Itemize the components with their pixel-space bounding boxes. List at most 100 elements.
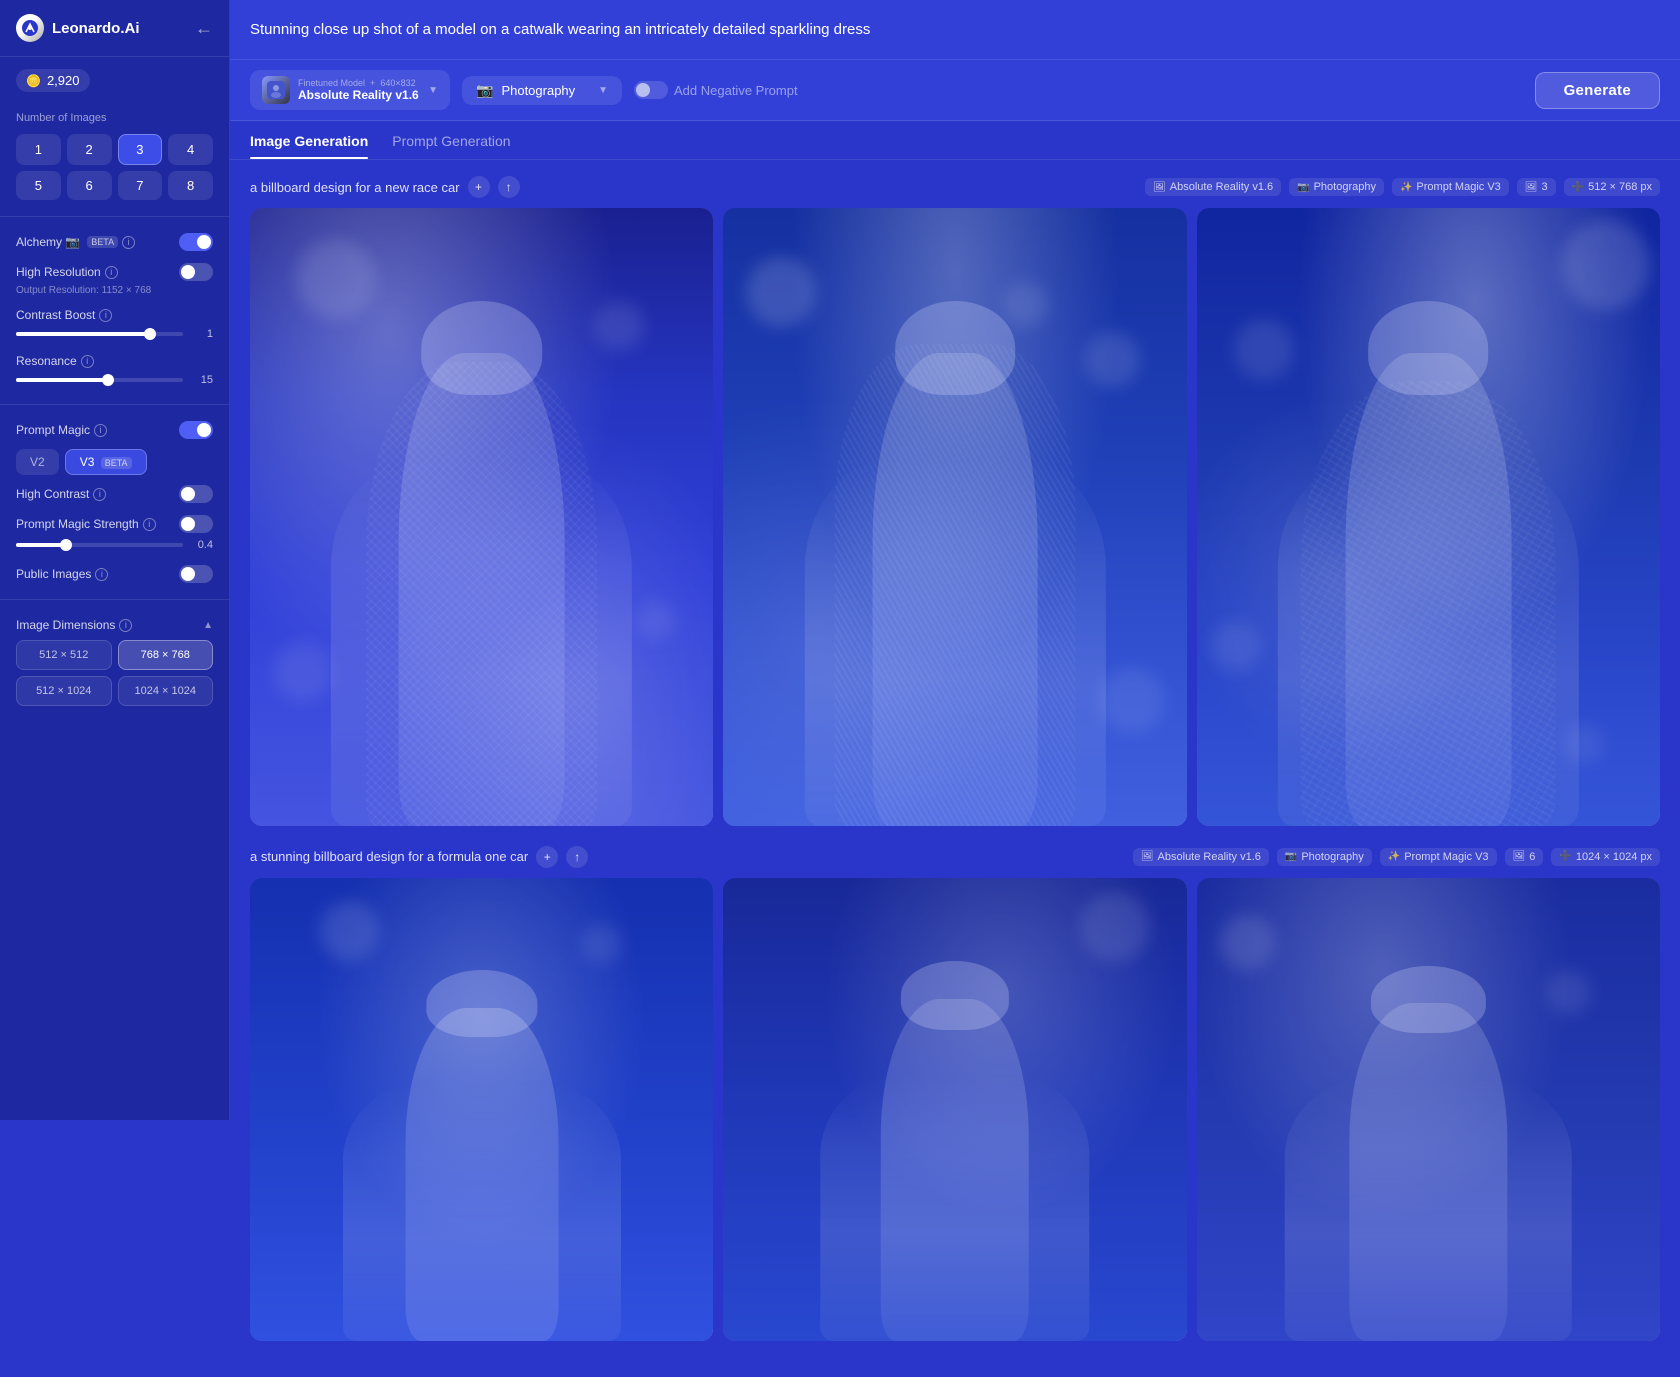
main-area: Finetuned Model + 640×832 Absolute Reali… (230, 0, 1680, 1377)
negative-prompt-area[interactable]: Add Negative Prompt (634, 81, 1523, 99)
tab-prompt-generation[interactable]: Prompt Generation (392, 133, 510, 159)
image-card-2-2[interactable] (723, 878, 1186, 1341)
resolution-sub: Output Resolution: 1152 × 768 (16, 285, 213, 296)
style-selector[interactable]: 📷 Photography ▼ (462, 76, 622, 105)
high-resolution-toggle[interactable] (179, 263, 213, 281)
dim-768-768[interactable]: 768 × 768 (118, 640, 214, 670)
model-dropdown-arrow: ▼ (428, 85, 438, 96)
pm-strength-track[interactable] (16, 543, 183, 547)
alchemy-info[interactable]: i (122, 236, 135, 249)
image-card-1-3[interactable] (1197, 208, 1660, 826)
pm-strength-toggle[interactable] (179, 515, 213, 533)
contrast-thumb[interactable] (144, 328, 156, 340)
style-icon: 📷 (476, 82, 493, 99)
pm-info[interactable]: i (94, 424, 107, 437)
gen-row-1-header: a billboard design for a new race car + … (250, 176, 1660, 198)
gen-1-tags: 🖼 Absolute Reality v1.6 📷 Photography ✨ … (1145, 178, 1660, 196)
dimensions-label: Image Dimensions i (16, 618, 132, 632)
contrast-info[interactable]: i (99, 309, 112, 322)
gen-2-upload[interactable]: ↑ (566, 846, 588, 868)
prompt-magic-setting: Prompt Magic i (0, 415, 229, 445)
controls-bar: Finetuned Model + 640×832 Absolute Reali… (230, 60, 1680, 121)
count-btn-7[interactable]: 7 (118, 171, 163, 200)
count-btn-4[interactable]: 4 (168, 134, 213, 165)
resonance-track[interactable] (16, 378, 183, 382)
image-card-2-1[interactable] (250, 878, 713, 1341)
high-contrast-toggle[interactable] (179, 485, 213, 503)
resonance-info[interactable]: i (81, 355, 94, 368)
high-contrast-setting: High Contrast i (0, 479, 229, 509)
app-name: Leonardo.Ai (52, 20, 140, 37)
pm-strength-fill (16, 543, 66, 547)
count-btn-6[interactable]: 6 (67, 171, 112, 200)
alchemy-toggle[interactable] (179, 233, 213, 251)
highres-info[interactable]: i (105, 266, 118, 279)
dimensions-chevron[interactable]: ▲ (203, 620, 213, 631)
gen-1-tag-model: 🖼 Absolute Reality v1.6 (1145, 178, 1281, 196)
model-selector[interactable]: Finetuned Model + 640×832 Absolute Reali… (250, 70, 450, 110)
count-btn-3[interactable]: 3 (118, 134, 163, 165)
gen-row-2-header: a stunning billboard design for a formul… (250, 846, 1660, 868)
negative-prompt-toggle[interactable] (634, 81, 668, 99)
figure-4 (343, 970, 621, 1341)
gen-1-tag-size: ➕ 512 × 768 px (1564, 178, 1660, 196)
resonance-setting: Resonance i 15 (0, 348, 229, 394)
contrast-label: Contrast Boost i (16, 308, 213, 322)
count-btn-8[interactable]: 8 (168, 171, 213, 200)
number-of-images-label: Number of Images (0, 104, 229, 128)
prompt-input[interactable] (250, 21, 1660, 38)
logo-icon (16, 14, 44, 42)
model-type: Finetuned Model + 640×832 (298, 78, 420, 88)
beta-tag: BETA (87, 236, 118, 248)
hc-info[interactable]: i (93, 488, 106, 501)
dim-512-512[interactable]: 512 × 512 (16, 640, 112, 670)
public-images-toggle[interactable] (179, 565, 213, 583)
image-card-1-2[interactable] (723, 208, 1186, 826)
gen-2-add[interactable]: + (536, 846, 558, 868)
dim-1024-1024[interactable]: 1024 × 1024 (118, 676, 214, 706)
pm-strength-label: Prompt Magic Strength i (16, 517, 156, 531)
pi-info[interactable]: i (95, 568, 108, 581)
resonance-fill (16, 378, 108, 382)
image-card-2-3[interactable] (1197, 878, 1660, 1341)
dim-info[interactable]: i (119, 619, 132, 632)
image-card-1-1[interactable] (250, 208, 713, 826)
pm-v3-button[interactable]: V3 BETA (65, 449, 147, 475)
resonance-thumb[interactable] (102, 374, 114, 386)
prompt-magic-label: Prompt Magic i (16, 423, 107, 437)
contrast-slider-row: 1 (16, 326, 213, 342)
contrast-track[interactable] (16, 332, 183, 336)
count-btn-5[interactable]: 5 (16, 171, 61, 200)
gen-1-add[interactable]: + (468, 176, 490, 198)
style-label: Photography (501, 83, 590, 98)
image-count-grid: 1 2 3 4 5 6 7 8 (0, 128, 229, 206)
pm-v2-button[interactable]: V2 (16, 449, 59, 475)
gen-1-upload[interactable]: ↑ (498, 176, 520, 198)
count-btn-1[interactable]: 1 (16, 134, 61, 165)
back-button[interactable]: ← (195, 18, 213, 39)
figure-5 (821, 961, 1090, 1341)
count-btn-2[interactable]: 2 (67, 134, 112, 165)
gen-1-prompt: a billboard design for a new race car + … (250, 176, 520, 198)
high-contrast-label: High Contrast i (16, 487, 106, 501)
generation-section: a billboard design for a new race car + … (230, 160, 1680, 1377)
gen-2-prompt: a stunning billboard design for a formul… (250, 846, 588, 868)
dim-512-1024[interactable]: 512 × 1024 (16, 676, 112, 706)
model-name: Absolute Reality v1.6 (298, 88, 420, 102)
divider-3 (0, 599, 229, 600)
pm-strength-thumb[interactable] (60, 539, 72, 551)
prompt-magic-toggle[interactable] (179, 421, 213, 439)
alchemy-setting: Alchemy 📷 BETA i (0, 227, 229, 257)
resonance-value: 15 (191, 374, 213, 386)
generate-button[interactable]: Generate (1535, 72, 1660, 109)
gen-2-tag-size: ➕ 1024 × 1024 px (1551, 848, 1660, 866)
gen-2-tag-model: 🖼 Absolute Reality v1.6 (1133, 848, 1269, 866)
pm-strength-slider-row: 0.4 (16, 537, 213, 553)
pms-info[interactable]: i (143, 518, 156, 531)
token-badge[interactable]: 🪙 2,920 (16, 69, 90, 92)
pm-version-buttons: V2 V3 BETA (0, 445, 229, 479)
pm-strength-setting: Prompt Magic Strength i 0.4 (0, 509, 229, 559)
contrast-fill (16, 332, 150, 336)
tab-image-generation[interactable]: Image Generation (250, 133, 368, 159)
gen-2-tag-style: 📷 Photography (1277, 848, 1372, 866)
